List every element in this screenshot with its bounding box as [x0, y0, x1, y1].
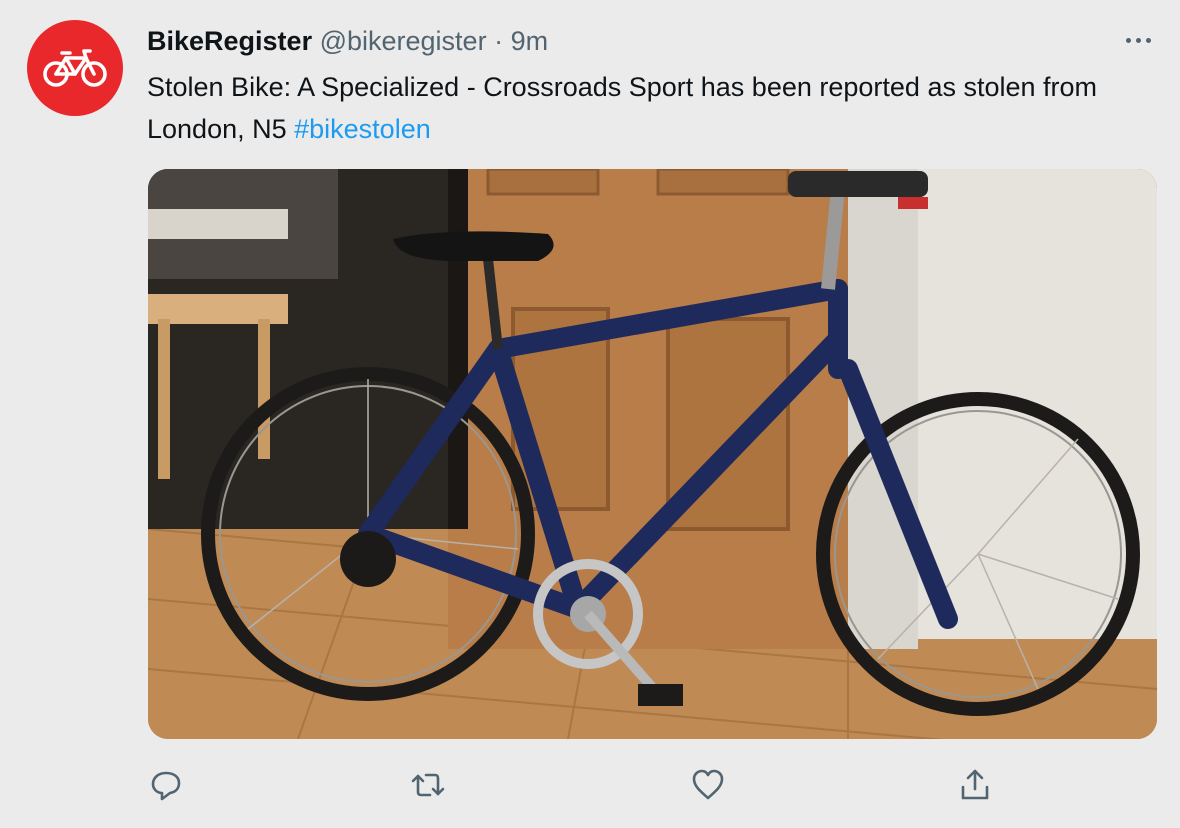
- more-icon[interactable]: [1118, 27, 1158, 53]
- tweet-body: Stolen Bike: A Specialized - Crossroads …: [147, 72, 1098, 144]
- hashtag-link[interactable]: #bikestolen: [294, 114, 431, 144]
- bicycle-photo: [148, 169, 1157, 739]
- share-button[interactable]: [950, 760, 1000, 810]
- tweet-photo[interactable]: [148, 169, 1157, 739]
- retweet-icon: [411, 773, 445, 797]
- share-icon: [961, 769, 989, 800]
- timestamp[interactable]: 9m: [511, 26, 549, 56]
- separator-dot: ·: [494, 26, 504, 56]
- heart-icon: [692, 769, 724, 800]
- tweet-card[interactable]: BikeRegister @bikeregister · 9m Stolen B…: [0, 0, 1180, 828]
- reply-button[interactable]: [141, 760, 191, 810]
- bicycle-icon: [43, 49, 107, 87]
- display-name[interactable]: BikeRegister: [147, 26, 312, 56]
- retweet-button[interactable]: [403, 760, 453, 810]
- reply-icon: [151, 771, 181, 801]
- avatar[interactable]: [27, 20, 123, 116]
- tweet-header: BikeRegister @bikeregister · 9m: [147, 24, 548, 58]
- tweet-text: Stolen Bike: A Specialized - Crossroads …: [147, 66, 1157, 150]
- like-button[interactable]: [683, 760, 733, 810]
- user-handle[interactable]: @bikeregister: [320, 26, 487, 56]
- tweet-actions: [0, 760, 1180, 810]
